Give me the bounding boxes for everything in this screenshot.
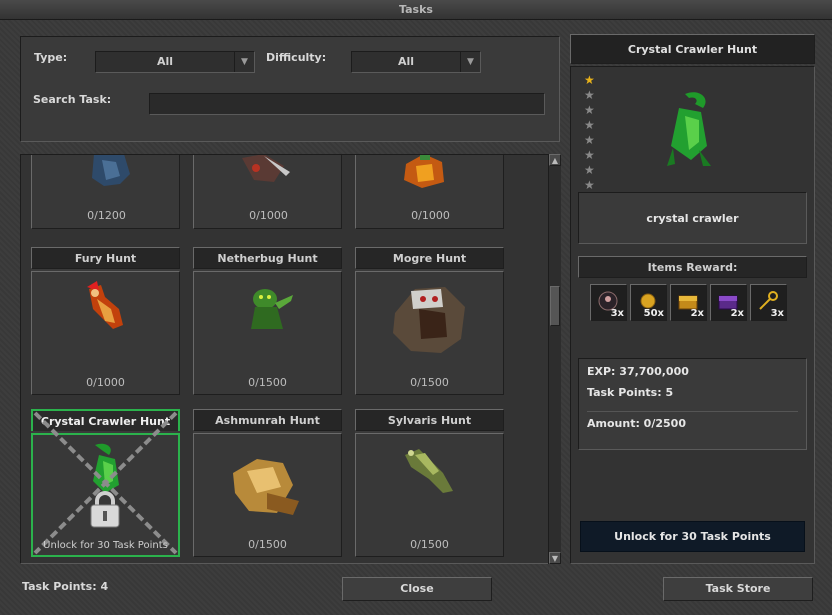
task-progress: 0/1500	[248, 538, 287, 551]
detail-title: Crystal Crawler Hunt	[570, 34, 815, 64]
task-title: Crystal Crawler Hunt	[31, 409, 180, 431]
amount-value: Amount: 0/2500	[587, 417, 686, 430]
search-input[interactable]	[149, 93, 545, 115]
task-store-button[interactable]: Task Store	[663, 577, 813, 601]
ashmunrah-icon	[233, 459, 299, 515]
star-empty-icon: ★	[584, 103, 595, 117]
star-empty-icon: ★	[584, 163, 595, 177]
task-progress: 0/1000	[86, 376, 125, 389]
task-title: Netherbug Hunt	[193, 247, 342, 269]
type-select-value: All	[156, 55, 174, 68]
task-progress: 0/1500	[410, 538, 449, 551]
crystal-crawler-icon	[93, 443, 119, 493]
scroll-up-icon[interactable]: ▲	[549, 154, 561, 166]
task-progress: 0/1000	[411, 209, 450, 222]
reward-count: 2x	[730, 308, 744, 319]
chevron-down-icon: ▼	[234, 52, 254, 72]
crystal-crawler-preview-icon	[667, 92, 711, 166]
task-progress: 0/1500	[410, 376, 449, 389]
star-empty-icon: ★	[584, 133, 595, 147]
reward-outfit[interactable]: 3x	[590, 284, 627, 321]
task-card-partial[interactable]: 0/1200	[31, 155, 180, 229]
unlock-button[interactable]: Unlock for 30 Task Points	[580, 521, 805, 552]
type-select[interactable]: All ▼	[95, 51, 255, 73]
exp-value: EXP: 37,700,000	[587, 365, 689, 378]
scroll-down-icon[interactable]: ▼	[549, 552, 561, 564]
task-card-ashmunrah[interactable]: Ashmunrah Hunt 0/1500	[193, 409, 342, 557]
task-progress: 0/1200	[87, 209, 126, 222]
reward-count: 2x	[690, 308, 704, 319]
mogre-icon	[393, 287, 465, 353]
reward-purple-chest[interactable]: 2x	[710, 284, 747, 321]
reward-gold-coin[interactable]: 50x	[630, 284, 667, 321]
task-title: Mogre Hunt	[355, 247, 504, 269]
difficulty-select[interactable]: All ▼	[351, 51, 481, 73]
difficulty-label: Difficulty:	[266, 51, 327, 64]
reward-count: 50x	[643, 308, 664, 319]
task-grid: 0/1200 0/1000 0/1000 Fury Hunt 0/1000 Ne…	[20, 154, 560, 564]
star-filled-icon: ★	[584, 73, 595, 87]
footer-task-points: Task Points: 4	[22, 580, 109, 593]
task-progress: 0/1000	[249, 209, 288, 222]
task-card-mogre[interactable]: Mogre Hunt 0/1500	[355, 247, 504, 395]
dragon-icon	[92, 155, 130, 186]
task-card-partial[interactable]: 0/1000	[193, 155, 342, 229]
rewards-title: Items Reward:	[578, 256, 807, 278]
sylvaris-icon	[405, 449, 453, 493]
chevron-down-icon: ▼	[460, 52, 480, 72]
divider	[587, 411, 798, 412]
difficulty-select-value: All	[397, 55, 415, 68]
blade-creature-icon	[242, 155, 290, 182]
type-label: Type:	[34, 51, 68, 64]
filter-panel: Type: All ▼ Difficulty: All ▼ Search Tas…	[20, 36, 560, 142]
task-title: Ashmunrah Hunt	[193, 409, 342, 431]
close-button[interactable]: Close	[342, 577, 492, 601]
creature-name: crystal crawler	[578, 192, 807, 244]
task-title: Fury Hunt	[31, 247, 180, 269]
task-card-sylvaris[interactable]: Sylvaris Hunt 0/1500	[355, 409, 504, 557]
unlock-caption: Unlock for 30 Task Points	[43, 540, 168, 551]
reward-count: 3x	[770, 308, 784, 319]
window-title: Tasks	[0, 0, 832, 20]
tasks-window: Tasks Type: All ▼ Difficulty: All ▼ Sear…	[0, 0, 832, 615]
task-card-netherbug[interactable]: Netherbug Hunt 0/1500	[193, 247, 342, 395]
task-title: Sylvaris Hunt	[355, 409, 504, 431]
difficulty-stars: ★ ★ ★ ★ ★ ★ ★ ★	[584, 74, 598, 194]
task-info: EXP: 37,700,000 Task Points: 5 Amount: 0…	[578, 358, 807, 450]
netherbug-icon	[251, 289, 293, 329]
star-empty-icon: ★	[584, 148, 595, 162]
task-grid-scrollbar[interactable]: ▲ ▼	[548, 154, 561, 564]
task-card-fury[interactable]: Fury Hunt 0/1000	[31, 247, 180, 395]
reward-golden-key[interactable]: 3x	[750, 284, 787, 321]
star-empty-icon: ★	[584, 88, 595, 102]
task-card-crystal-crawler[interactable]: Crystal Crawler Hunt Unlock for 30 Task …	[31, 409, 180, 557]
star-empty-icon: ★	[584, 118, 595, 132]
fire-beast-icon	[404, 155, 444, 188]
search-label: Search Task:	[33, 93, 112, 106]
reward-gold-chest[interactable]: 2x	[670, 284, 707, 321]
scroll-thumb[interactable]	[550, 286, 560, 326]
task-progress: 0/1500	[248, 376, 287, 389]
task-points-value: Task Points: 5	[587, 386, 674, 399]
task-card-partial[interactable]: 0/1000	[355, 155, 504, 229]
reward-count: 3x	[610, 308, 624, 319]
star-empty-icon: ★	[584, 178, 595, 192]
fury-icon	[87, 281, 123, 329]
